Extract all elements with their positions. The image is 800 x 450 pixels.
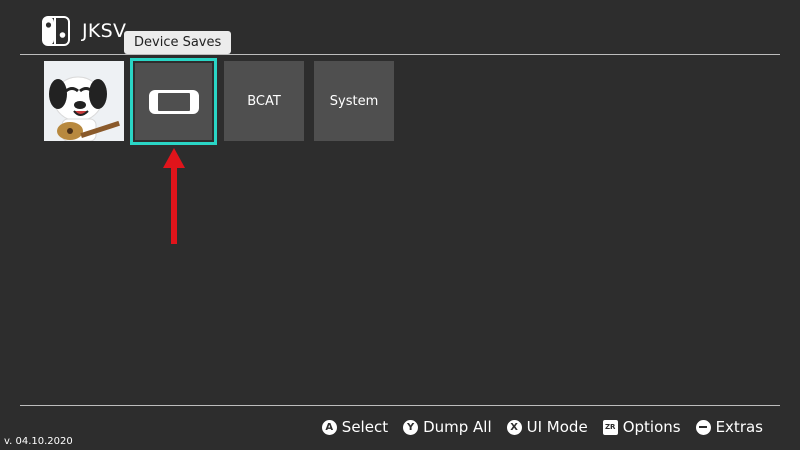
hint-extras[interactable]: Extras [695,418,763,436]
app-header: JKSV [42,14,126,48]
x-button-icon: X [506,419,522,435]
hint-select-label: Select [341,418,389,436]
user-avatar [44,61,124,141]
version-label: v. 04.10.2020 [4,436,73,447]
footer-divider [20,405,780,406]
y-button-icon: Y [403,419,419,435]
button-hint-bar: A Select Y Dump All X UI Mode ZR Options… [307,418,763,436]
minus-button-icon [695,419,711,435]
hint-extras-label: Extras [715,418,763,436]
bcat-label: BCAT [247,93,281,109]
handheld-console-icon [148,89,199,114]
hint-select[interactable]: A Select [321,418,389,436]
user-avatar-tile[interactable] [44,61,124,141]
system-label: System [329,93,379,109]
device-saves-tile[interactable] [130,58,217,145]
hint-options[interactable]: ZR Options [602,418,681,436]
red-arrow-annotation [163,148,185,244]
app-title: JKSV [82,20,127,42]
hint-ui-mode-label: UI Mode [526,418,588,436]
zr-button-icon: ZR [602,419,618,435]
header-divider [20,54,780,55]
hint-dump-all-label: Dump All [423,418,492,436]
tile-tooltip: Device Saves [124,31,232,54]
system-tile[interactable]: System [314,61,394,141]
hint-ui-mode[interactable]: X UI Mode [506,418,588,436]
a-button-icon: A [321,419,337,435]
device-saves-tile-inner [135,63,212,140]
bcat-tile[interactable]: BCAT [224,61,304,141]
hint-dump-all[interactable]: Y Dump All [403,418,492,436]
switch-icon [42,16,70,46]
hint-options-label: Options [622,418,681,436]
